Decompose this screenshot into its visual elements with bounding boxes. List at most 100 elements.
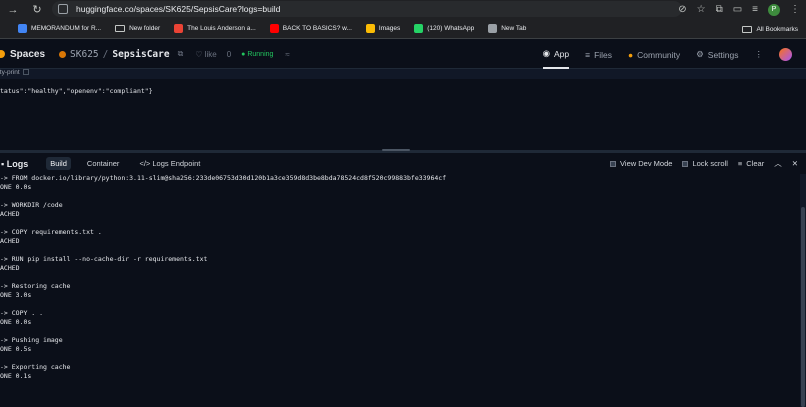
url-text[interactable]: huggingface.co/spaces/SK625/SepsisCare?l… — [76, 4, 280, 14]
bookmark-favicon-icon — [488, 24, 498, 33]
bookmark-label: Images — [378, 25, 401, 32]
spaces-link[interactable]: Spaces — [0, 49, 45, 60]
log-line: ACHED — [0, 210, 20, 218]
eye-off-icon[interactable]: ⊘ — [678, 4, 686, 15]
bookmark-favicon-icon — [414, 24, 424, 33]
log-line: ACHED — [0, 237, 20, 245]
log-line: ONE 0.1s — [0, 372, 32, 380]
bookmark-item[interactable]: BACK TO BASICS? w... — [269, 24, 352, 33]
log-line: ONE 0.0s — [0, 183, 32, 191]
tab-logs-endpoint[interactable]: </> Logs Endpoint — [135, 157, 204, 170]
extensions-icon[interactable]: ⧉ — [716, 4, 723, 15]
log-line: ACHED — [0, 264, 20, 272]
log-line: -> Exporting cache — [0, 363, 71, 371]
pretty-print-bar: tty-print — [0, 69, 806, 79]
hardware-icon[interactable]: ≈ — [285, 50, 289, 59]
logs-title: ▪ Logs — [1, 158, 29, 169]
user-avatar[interactable] — [779, 48, 792, 61]
tab-community[interactable]: ● Community — [628, 40, 680, 69]
like-count: 0 — [226, 49, 232, 59]
bookmark-label: BACK TO BASICS? w... — [282, 25, 352, 32]
close-icon[interactable]: ✕ — [792, 159, 798, 168]
lock-scroll-toggle[interactable]: Lock scroll — [682, 159, 728, 168]
log-line: -> RUN pip install --no-cache-dir -r req… — [0, 255, 208, 263]
bookmark-item[interactable]: MEMORANDUM for R... — [18, 24, 101, 33]
reload-icon[interactable]: ↻ — [30, 3, 44, 16]
like-button[interactable]: ♡ like — [195, 50, 216, 59]
bookmark-item[interactable]: New folder — [115, 25, 160, 32]
menu-icon[interactable]: ⋮ — [790, 4, 800, 15]
owner-link[interactable]: SK625 — [70, 49, 99, 60]
bookmark-favicon-icon — [18, 24, 27, 33]
all-bookmarks-button[interactable]: All Bookmarks — [742, 19, 798, 39]
breadcrumb-separator: / — [102, 48, 109, 60]
pretty-print-checkbox[interactable] — [22, 69, 29, 75]
like-label: like — [204, 49, 217, 59]
tab-files[interactable]: ≡ Files — [585, 40, 612, 69]
lock-scroll-checkbox[interactable] — [682, 160, 689, 167]
site-info-icon[interactable] — [58, 4, 68, 14]
folder-icon — [115, 25, 126, 32]
cast-icon[interactable]: ▭ — [733, 4, 742, 15]
log-output: -> FROM docker.io/library/python:3.11-sl… — [0, 174, 800, 407]
hf-header: Spaces SK625 / SepsisCare ⧉ ♡ like 0 ● R… — [0, 40, 806, 69]
space-tabs: ◉ App ≡ Files ● Community ⚙ Settings ⋮ — [542, 40, 792, 69]
status-badge: ● Running — [241, 50, 274, 58]
tab-app[interactable]: ◉ App — [542, 40, 570, 69]
app-icon: ◉ — [542, 48, 550, 58]
log-scrollbar-thumb[interactable] — [801, 207, 805, 407]
bookmarks-bar: MEMORANDUM for R... New folder The Louis A… — [0, 19, 806, 39]
gear-icon: ⚙ — [696, 49, 704, 59]
log-line: ONE 3.0s — [0, 291, 32, 299]
community-icon: ● — [628, 49, 634, 60]
log-line: -> WORKDIR /code — [0, 201, 63, 209]
more-menu-icon[interactable]: ⋮ — [755, 40, 764, 69]
log-line: -> Restoring cache — [0, 282, 71, 290]
bookmark-label: (120) WhatsApp — [427, 25, 475, 32]
log-line: -> COPY . . — [0, 309, 44, 317]
collapse-icon[interactable]: ︿ — [774, 158, 782, 169]
owner-avatar — [59, 50, 67, 58]
log-line: ONE 0.0s — [0, 318, 32, 326]
dev-mode-checkbox[interactable] — [610, 160, 617, 167]
bookmark-label: MEMORANDUM for R... — [31, 25, 102, 32]
bookmark-label: New folder — [129, 25, 161, 32]
log-line: ONE 0.5s — [0, 345, 32, 353]
bookmark-item[interactable]: Images — [365, 24, 401, 33]
logs-controls: View Dev Mode Lock scroll ≡ Clear ︿ ✕ — [610, 153, 798, 174]
forward-icon[interactable]: → — [6, 4, 20, 16]
copy-icon[interactable]: ⧉ — [178, 49, 184, 59]
folder-icon — [742, 25, 753, 33]
spaces-label: Spaces — [10, 48, 46, 60]
address-bar[interactable]: huggingface.co/spaces/SK625/SepsisCare?l… — [52, 1, 682, 17]
pretty-print-label: tty-print — [0, 69, 20, 76]
clear-button[interactable]: ≡ Clear — [738, 159, 764, 168]
star-icon[interactable]: ☆ — [697, 4, 706, 15]
resize-handle[interactable] — [382, 149, 410, 151]
tab-search-icon[interactable]: ≡ — [752, 4, 758, 15]
bookmark-item[interactable]: New Tab — [488, 24, 526, 33]
repo-breadcrumb: SK625 / SepsisCare ⧉ ♡ like 0 — [59, 49, 231, 60]
bookmark-favicon-icon — [365, 24, 375, 33]
all-bookmarks-label: All Bookmarks — [756, 25, 798, 33]
clear-icon: ≡ — [737, 159, 743, 168]
log-line: -> Pushing image — [0, 336, 63, 344]
log-line: -> COPY requirements.txt . — [0, 228, 102, 236]
bookmark-item[interactable]: The Louis Anderson a... — [174, 24, 256, 33]
tab-build[interactable]: Build — [46, 157, 71, 170]
bookmark-item[interactable]: (120) WhatsApp — [414, 24, 474, 33]
profile-avatar[interactable]: P — [768, 3, 780, 16]
view-dev-mode-toggle[interactable]: View Dev Mode — [610, 159, 672, 168]
space-name-link[interactable]: SepsisCare — [112, 49, 169, 60]
tab-container[interactable]: Container — [83, 157, 124, 170]
logs-toolbar: ▪ Logs Build Container </> Logs Endpoint… — [0, 153, 806, 174]
tab-settings[interactable]: ⚙ Settings — [696, 40, 738, 69]
log-line: -> FROM docker.io/library/python:3.11-sl… — [0, 174, 447, 182]
toolbar-right: ⊘ ☆ ⧉ ▭ ≡ P ⋮ — [678, 0, 806, 19]
bookmark-favicon-icon — [174, 24, 184, 33]
